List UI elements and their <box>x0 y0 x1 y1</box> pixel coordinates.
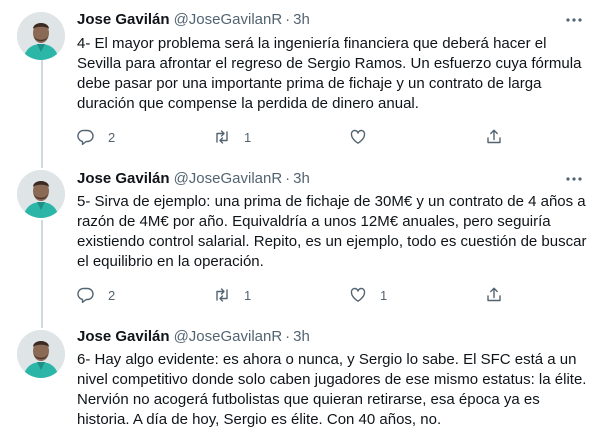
like-icon <box>349 128 367 146</box>
avatar-image <box>17 170 65 218</box>
avatar[interactable] <box>17 330 65 378</box>
reply-icon <box>77 286 95 304</box>
tweet-time[interactable]: 3h <box>293 328 310 345</box>
more-button[interactable] <box>561 10 587 30</box>
author-name[interactable]: Jose Gavilán <box>77 328 170 345</box>
tweet-text: 6- Hay algo evidente: es ahora o nunca, … <box>77 351 587 428</box>
retweet-icon <box>213 128 231 146</box>
tweet-time[interactable]: 3h <box>293 170 310 187</box>
like-button[interactable]: 1 <box>349 285 387 305</box>
share-icon <box>485 286 503 304</box>
reply-count: 2 <box>108 287 116 303</box>
tweet-1[interactable]: Jose Gavilán @JoseGavilanR · 3h 4- El mayor… <box>0 0 598 160</box>
like-icon <box>349 286 367 304</box>
tweet-3[interactable]: Jose Gavilán @JoseGavilanR · 3h 6- Hay algo… <box>0 320 598 435</box>
more-horizontal-icon <box>565 170 583 188</box>
retweet-icon <box>213 286 231 304</box>
more-button[interactable] <box>561 169 587 189</box>
author-handle[interactable]: @JoseGavilanR <box>174 170 283 187</box>
author-handle[interactable]: @JoseGavilanR <box>174 328 283 345</box>
retweet-button[interactable]: 1 <box>213 285 251 305</box>
author-name[interactable]: Jose Gavilán <box>77 11 170 28</box>
avatar-image <box>17 330 65 378</box>
thread-line <box>41 220 43 320</box>
reply-count: 2 <box>108 129 116 145</box>
thread-line <box>41 320 43 328</box>
share-button[interactable] <box>485 285 503 305</box>
avatar-image <box>17 12 65 60</box>
share-icon <box>485 128 503 146</box>
avatar[interactable] <box>17 12 65 60</box>
tweet-actions: 2 1 1 <box>77 285 527 305</box>
tweet-2[interactable]: Jose Gavilán @JoseGavilanR · 3h 5- Sirva de… <box>0 160 598 320</box>
author-name[interactable]: Jose Gavilán <box>77 170 170 187</box>
reply-button[interactable]: 2 <box>77 285 115 305</box>
reply-button[interactable]: 2 <box>77 127 115 147</box>
retweet-count: 1 <box>244 129 252 145</box>
separator-dot: · <box>285 328 291 345</box>
tweet-time[interactable]: 3h <box>293 11 310 28</box>
retweet-count: 1 <box>244 287 252 303</box>
tweet-actions: 2 1 <box>77 127 527 147</box>
more-horizontal-icon <box>565 11 583 29</box>
thread-line <box>41 60 43 160</box>
tweet-text: 5- Sirva de ejemplo: una prima de fichaj… <box>77 193 587 270</box>
avatar[interactable] <box>17 170 65 218</box>
reply-icon <box>77 128 95 146</box>
tweet-header: Jose Gavilán @JoseGavilanR · 3h <box>77 10 310 30</box>
tweet-header: Jose Gavilán @JoseGavilanR · 3h <box>77 169 310 189</box>
retweet-button[interactable]: 1 <box>213 127 251 147</box>
thread-line <box>41 160 43 168</box>
author-handle[interactable]: @JoseGavilanR <box>174 11 283 28</box>
like-button[interactable] <box>349 127 380 147</box>
separator-dot: · <box>285 170 291 187</box>
share-button[interactable] <box>485 127 503 147</box>
separator-dot: · <box>285 11 291 28</box>
tweet-header: Jose Gavilán @JoseGavilanR · 3h <box>77 327 310 347</box>
like-count: 1 <box>380 287 388 303</box>
tweet-text: 4- El mayor problema será la ingeniería … <box>77 35 582 112</box>
